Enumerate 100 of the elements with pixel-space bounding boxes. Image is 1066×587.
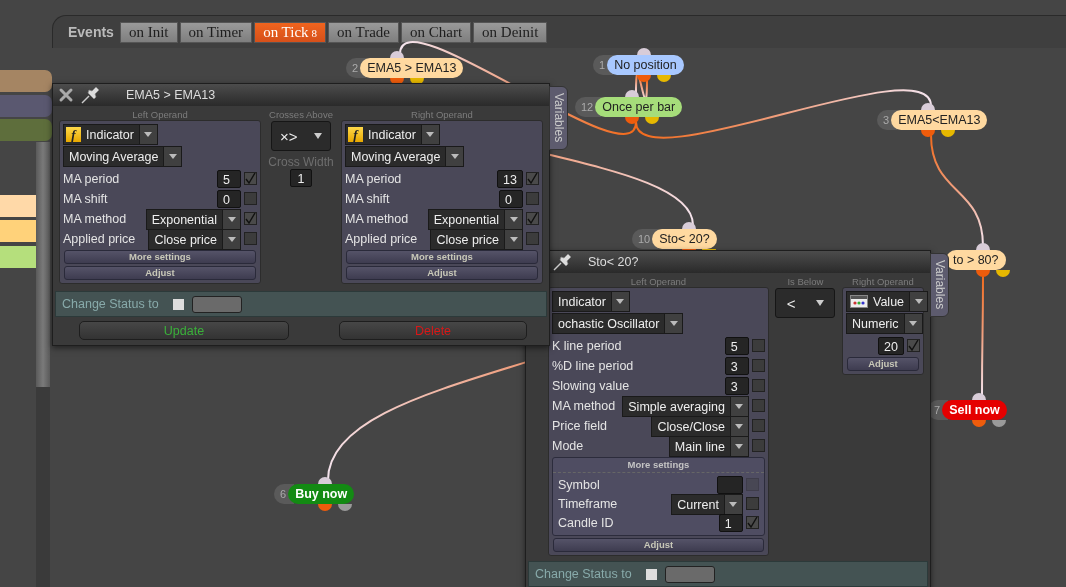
checkbox[interactable] xyxy=(526,232,539,245)
event-tab[interactable]: on Timer xyxy=(179,21,253,43)
pin-icon[interactable] xyxy=(80,86,102,104)
scrollbar[interactable] xyxy=(36,142,50,587)
value-field[interactable]: 1 xyxy=(290,169,312,187)
checkbox[interactable] xyxy=(751,419,765,432)
status-field[interactable] xyxy=(191,295,242,313)
event-tab[interactable]: on Tick 8 xyxy=(254,21,327,43)
input-port[interactable] xyxy=(921,103,936,110)
operator-dropdown[interactable]: ×> xyxy=(271,121,331,151)
adjust-button[interactable]: Adjust xyxy=(553,538,764,552)
node-label[interactable]: Buy now xyxy=(288,484,355,504)
caret-icon xyxy=(450,154,459,159)
node-label[interactable]: EMA5 > EMA13 xyxy=(360,58,464,78)
checkbox[interactable] xyxy=(751,339,765,352)
dropdown[interactable]: ochastic Oscillator xyxy=(552,313,684,334)
change-status-label: Change Status to xyxy=(62,297,159,311)
checkbox[interactable] xyxy=(244,212,257,225)
node-label[interactable]: No position xyxy=(607,55,684,75)
value-field[interactable]: 0 xyxy=(499,189,523,208)
checkbox[interactable] xyxy=(526,212,539,225)
value-field[interactable]: 3 xyxy=(724,356,749,375)
adjust-button[interactable]: Adjust xyxy=(346,266,538,280)
dropdown[interactable]: Close/Close xyxy=(651,416,749,437)
checkbox[interactable] xyxy=(244,192,257,205)
dropdown[interactable]: Close price xyxy=(430,229,523,250)
value-field[interactable]: 3 xyxy=(724,376,749,395)
checkbox[interactable] xyxy=(172,298,184,310)
input-port[interactable] xyxy=(390,51,405,58)
input-port[interactable] xyxy=(976,243,990,250)
checkbox[interactable] xyxy=(745,497,759,510)
checkbox[interactable] xyxy=(645,568,657,580)
output-port[interactable] xyxy=(996,270,1010,277)
source-dropdown[interactable]: f Indicator xyxy=(63,124,158,145)
dropdown[interactable]: Current xyxy=(671,494,743,515)
checkbox[interactable] xyxy=(526,172,539,185)
checkbox[interactable] xyxy=(751,439,765,452)
more-settings-button[interactable]: More settings xyxy=(64,250,256,264)
input-field[interactable] xyxy=(716,475,743,494)
window-title: EMA5 > EMA13 xyxy=(126,88,216,102)
node-label[interactable]: Once per bar xyxy=(595,97,683,117)
sidebar-item[interactable] xyxy=(0,70,52,92)
close-icon[interactable] xyxy=(58,87,74,103)
dropdown[interactable]: Exponential xyxy=(145,209,241,230)
dropdown[interactable]: Close price xyxy=(148,229,241,250)
event-tab[interactable]: on Deinit xyxy=(473,21,548,43)
status-field[interactable] xyxy=(664,565,715,583)
event-tab[interactable]: on Chart xyxy=(401,21,472,43)
sidebar-item[interactable] xyxy=(0,119,52,141)
checkbox[interactable] xyxy=(745,516,759,529)
operator-dropdown[interactable]: < xyxy=(775,288,836,318)
dropdown[interactable]: Moving Average xyxy=(63,146,183,167)
node-label[interactable]: to > 80? xyxy=(946,250,1006,270)
output-port[interactable] xyxy=(657,75,672,82)
source-dropdown[interactable]: Value xyxy=(846,291,929,312)
dropdown[interactable]: Numeric xyxy=(846,313,923,334)
parameter-label: MA shift xyxy=(345,191,391,206)
adjust-button[interactable]: Adjust xyxy=(847,357,919,371)
checkbox[interactable] xyxy=(526,192,539,205)
dropdown[interactable]: Exponential xyxy=(427,209,523,230)
column-header: Right Operand xyxy=(851,276,915,287)
value-field[interactable]: 13 xyxy=(497,169,523,188)
parameter-label: MA method xyxy=(63,211,128,226)
update-button[interactable]: Update xyxy=(79,321,289,340)
checkbox[interactable] xyxy=(244,232,257,245)
input-port[interactable] xyxy=(318,477,333,484)
input-port[interactable] xyxy=(972,393,987,400)
event-tab[interactable]: on Trade xyxy=(328,21,399,43)
checkbox[interactable] xyxy=(751,379,765,392)
input-port[interactable] xyxy=(625,90,640,97)
value-field[interactable]: 5 xyxy=(217,169,241,188)
checkbox[interactable] xyxy=(751,359,765,372)
output-port[interactable] xyxy=(645,117,660,124)
node-number: 12 xyxy=(575,97,602,117)
parameter-label: Applied price xyxy=(345,231,419,246)
event-tab[interactable]: on Init xyxy=(119,21,178,43)
node-label[interactable]: EMA5<EMA13 xyxy=(891,110,988,130)
source-dropdown[interactable]: f Indicator xyxy=(345,124,440,145)
output-port[interactable] xyxy=(941,130,956,137)
node-label[interactable]: Sell now xyxy=(942,400,1007,420)
checkbox[interactable] xyxy=(907,339,920,352)
input-port[interactable] xyxy=(682,222,697,229)
dropdown[interactable]: Simple averaging xyxy=(622,396,749,417)
more-settings-button[interactable]: More settings xyxy=(346,250,538,264)
dropdown[interactable]: Moving Average xyxy=(345,146,465,167)
checkbox[interactable] xyxy=(751,399,765,412)
node-label[interactable]: Sto< 20? xyxy=(652,229,717,249)
more-settings-header[interactable]: More settings xyxy=(553,458,764,473)
dropdown[interactable]: Main line xyxy=(668,436,749,457)
value-field[interactable]: 0 xyxy=(217,189,241,208)
pin-icon[interactable] xyxy=(552,253,574,271)
value-field[interactable]: 5 xyxy=(724,336,749,355)
variables-tab[interactable]: Variables xyxy=(930,253,949,317)
input-port[interactable] xyxy=(637,48,652,55)
value-field[interactable]: 20 xyxy=(878,336,904,355)
sidebar-item[interactable] xyxy=(0,95,52,117)
checkbox[interactable] xyxy=(244,172,257,185)
variables-tab[interactable]: Variables xyxy=(549,86,568,150)
adjust-button[interactable]: Adjust xyxy=(64,266,256,280)
source-dropdown[interactable]: Indicator xyxy=(552,291,630,312)
